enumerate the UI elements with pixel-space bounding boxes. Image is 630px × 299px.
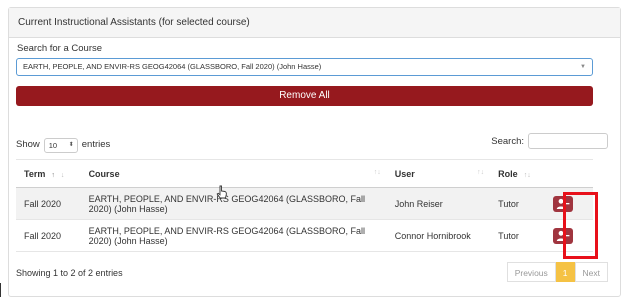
user-header-label: User [394,168,415,179]
search-label: Search: [491,135,524,147]
sort-arrows-icon: ↑↓ [477,169,485,176]
cell-course: EARTH, PEOPLE, AND ENVIR-RS GEOG42064 (G… [80,187,387,220]
cell-course: EARTH, PEOPLE, AND ENVIR-RS GEOG42064 (G… [80,219,387,252]
entries-length-control: Show 10 ⬍ entries [16,137,110,153]
cell-role: Tutor [490,219,546,252]
sort-arrows-icon: ↑↓ [523,171,531,179]
sort-arrows-icon: ↑↓ [373,169,381,176]
table-search: Search: [491,133,608,149]
chevron-down-icon: ▼ [580,64,586,70]
search-course-label: Search for a Course [17,43,103,54]
remove-assistant-button[interactable] [553,227,574,244]
course-select[interactable]: EARTH, PEOPLE, AND ENVIR-RS GEOG42064 (G… [16,58,593,76]
column-header-course[interactable]: Course ↑↓ [80,159,387,188]
spinner-arrows-icon: ⬍ [68,141,74,148]
cell-term: Fall 2020 [16,187,81,220]
cell-term: Fall 2020 [16,219,81,252]
column-header-user[interactable]: User ↑↓ [386,159,491,188]
cell-user: Connor Hornibrook [386,219,491,252]
entries-length-select[interactable]: 10 ⬍ [43,137,78,153]
entries-label: entries [81,139,111,150]
cell-action [545,187,593,220]
remove-user-icon [556,230,570,241]
term-header-label: Term [24,168,46,179]
table-row: Fall 2020 EARTH, PEOPLE, AND ENVIR-RS GE… [16,187,593,220]
table-row: Fall 2020 EARTH, PEOPLE, AND ENVIR-RS GE… [16,219,593,252]
table-info: Showing 1 to 2 of 2 entries [16,268,123,278]
pagination-next[interactable]: Next [574,262,608,282]
hand-cursor-icon [216,185,227,199]
sort-arrows-icon: ↓ [60,171,65,179]
remove-user-icon [556,198,570,209]
pagination-page[interactable]: 1 [555,262,575,282]
column-header-term[interactable]: Term ↑ ↓ [16,159,81,188]
column-header-action [545,159,593,188]
cell-user: John Reiser [386,187,491,220]
course-header-label: Course [88,168,120,179]
entries-length-value: 10 [48,140,58,150]
course-select-value: EARTH, PEOPLE, AND ENVIR-RS GEOG42064 (G… [23,62,322,71]
show-label: Show [16,139,40,150]
table-header-row: Term ↑ ↓ Course ↑↓ User ↑↓ Role ↑↓ [16,159,593,188]
pagination-previous[interactable]: Previous [506,262,556,282]
panel-title: Current Instructional Assistants (for se… [9,8,620,38]
column-header-role[interactable]: Role ↑↓ [490,159,546,188]
sort-ascending-icon: ↑ [51,171,55,179]
cell-action [545,219,593,252]
assistants-table: Term ↑ ↓ Course ↑↓ User ↑↓ Role ↑↓ Fall 2020 … [16,159,593,252]
cell-role: Tutor [490,187,546,220]
search-input[interactable] [528,133,608,149]
remove-assistant-button[interactable] [553,195,574,212]
divider [0,283,1,297]
pagination: Previous 1 Next [506,262,608,282]
remove-all-button[interactable]: Remove All [16,86,593,106]
role-header-label: Role [498,168,518,179]
